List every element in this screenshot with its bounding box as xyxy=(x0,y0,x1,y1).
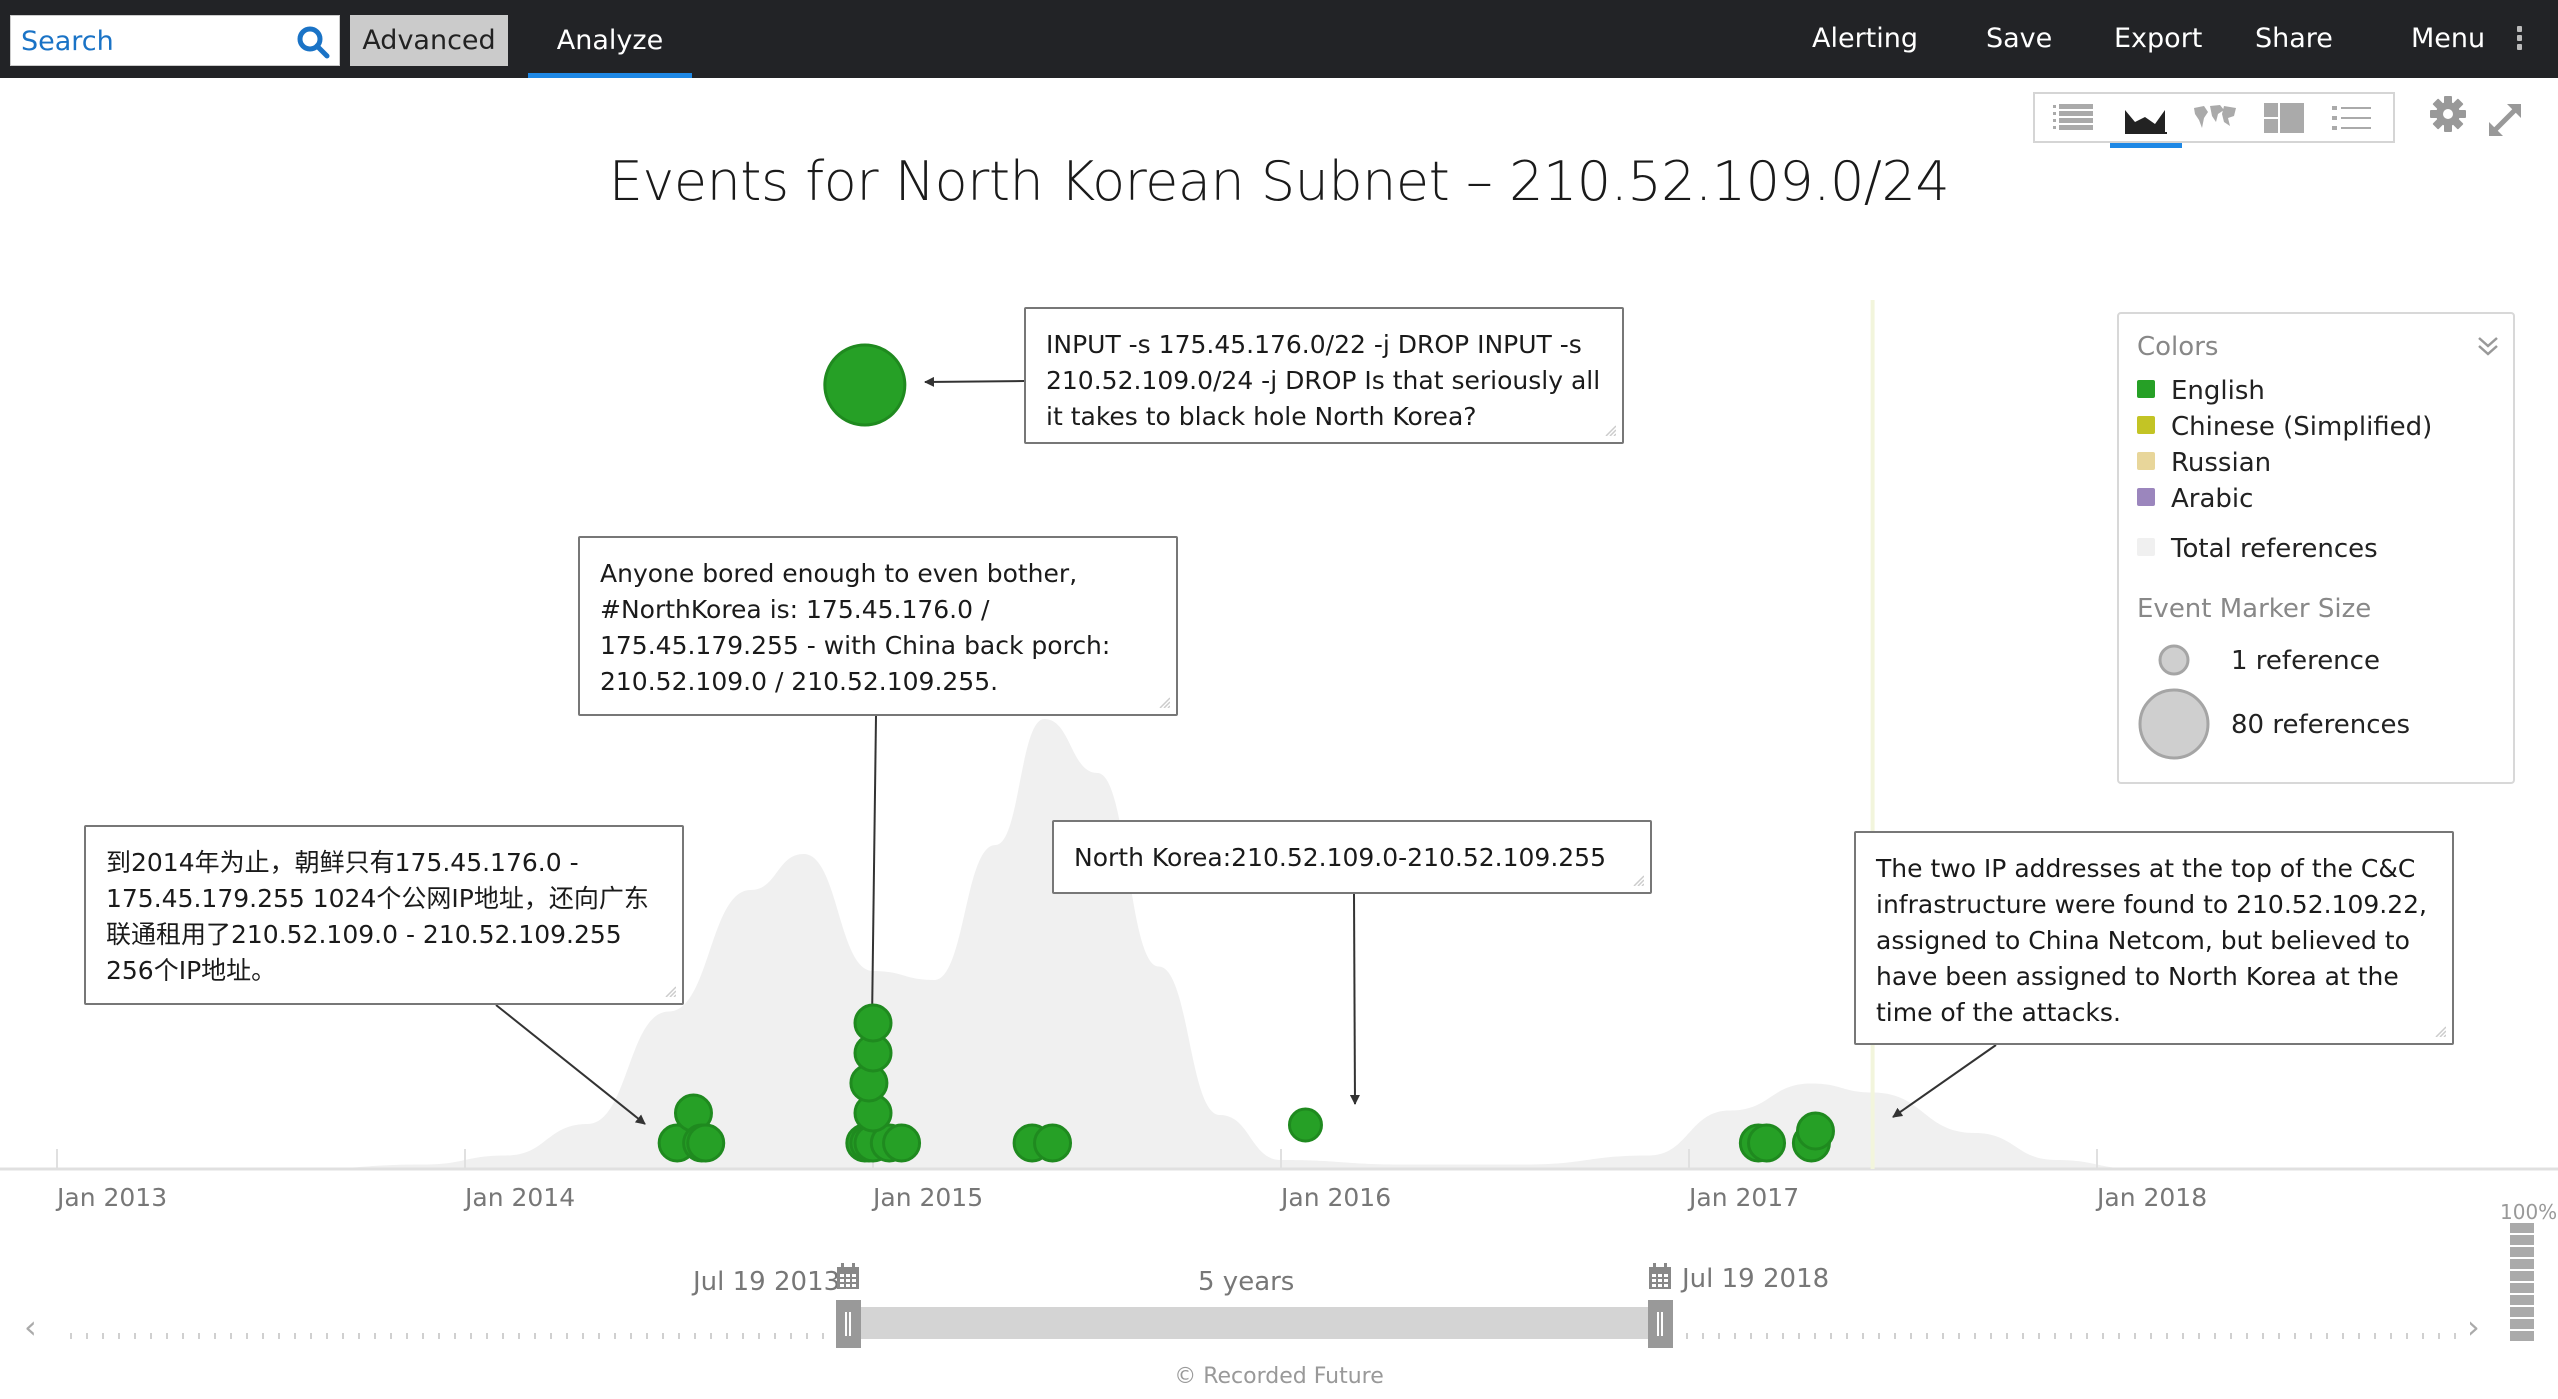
size-small-circle xyxy=(2158,644,2190,676)
legend-label: Arabic xyxy=(2171,484,2254,514)
event-marker[interactable] xyxy=(853,1003,893,1043)
scroll-left-arrow[interactable]: ‹ xyxy=(24,1308,37,1346)
annotation-bored[interactable]: Anyone bored enough to even bother, #Nor… xyxy=(578,536,1178,716)
legend-panel: Colors English Chinese (Simplified) Russ… xyxy=(2117,312,2515,784)
event-marker[interactable] xyxy=(1287,1107,1323,1143)
x-tick-label: Jan 2013 xyxy=(55,1183,167,1212)
legend-label: Russian xyxy=(2171,448,2272,478)
copyright: © Recorded Future xyxy=(1174,1364,1384,1389)
resize-grip-icon[interactable] xyxy=(1632,874,1644,886)
x-tick-label: Jan 2015 xyxy=(871,1183,983,1212)
annotation-cc[interactable]: The two IP addresses at the top of the C… xyxy=(1854,831,2454,1045)
annotation-text: Anyone bored enough to even bother, #Nor… xyxy=(600,559,1111,696)
legend-label: English xyxy=(2171,376,2265,406)
legend-colors-heading: Colors xyxy=(2137,332,2219,362)
total-area-swatch xyxy=(2137,537,2155,556)
legend-item-arabic[interactable]: Arabic xyxy=(2137,484,2253,514)
start-calendar-icon[interactable] xyxy=(836,1262,860,1290)
zoom-level-meter[interactable] xyxy=(2510,1223,2536,1343)
range-start-date: Jul 19 2013 xyxy=(693,1267,841,1297)
legend-label: Chinese (Simplified) xyxy=(2171,412,2433,442)
size-large-circle xyxy=(2138,688,2210,760)
annotation-nk[interactable]: North Korea:210.52.109.0-210.52.109.255 xyxy=(1052,820,1652,894)
event-marker[interactable] xyxy=(1033,1123,1073,1163)
resize-grip-icon[interactable] xyxy=(664,985,676,997)
event-marker[interactable] xyxy=(882,1123,922,1163)
x-tick-label: Jan 2018 xyxy=(2095,1183,2207,1212)
range-end-date: Jul 19 2018 xyxy=(1682,1264,1830,1294)
annotation-text: INPUT -s 175.45.176.0/22 -j DROP INPUT -… xyxy=(1046,330,1601,431)
x-tick-label: Jan 2017 xyxy=(1687,1183,1799,1212)
annotation-text: The two IP addresses at the top of the C… xyxy=(1876,854,2427,1027)
x-tick-label: Jan 2014 xyxy=(463,1183,575,1212)
annotation-chinese[interactable]: 到2014年为止，朝鲜只有175.45.176.0 - 175.45.179.2… xyxy=(84,825,684,1005)
legend-swatch xyxy=(2137,379,2155,398)
event-marker[interactable] xyxy=(823,343,907,427)
scroll-right-arrow[interactable]: › xyxy=(2467,1308,2480,1346)
size-legend-circles xyxy=(2138,644,2210,760)
range-end-handle[interactable] xyxy=(1648,1300,1673,1348)
legend-item-chinese[interactable]: Chinese (Simplified) xyxy=(2137,412,2432,442)
size-small-label: 1 reference xyxy=(2231,646,2380,676)
legend-swatch xyxy=(2137,487,2155,506)
annotation-text: North Korea:210.52.109.0-210.52.109.255 xyxy=(1074,843,1606,872)
event-marker[interactable] xyxy=(1795,1111,1835,1151)
annotation-text: 到2014年为止，朝鲜只有175.45.176.0 - 175.45.179.2… xyxy=(106,848,649,985)
legend-item-total[interactable]: Total references xyxy=(2137,534,2378,564)
legend-item-russian[interactable]: Russian xyxy=(2137,448,2271,478)
range-span-label: 5 years xyxy=(1198,1267,1295,1297)
legend-swatch xyxy=(2137,415,2155,434)
collapse-chevrons-icon[interactable] xyxy=(2475,334,2501,360)
legend-swatch xyxy=(2137,451,2155,470)
resize-grip-icon[interactable] xyxy=(1158,696,1170,708)
annotation-connector-arrow xyxy=(1349,893,1360,1105)
end-calendar-icon[interactable] xyxy=(1648,1262,1672,1290)
event-marker[interactable] xyxy=(1747,1123,1787,1163)
annotation-top[interactable]: INPUT -s 175.45.176.0/22 -j DROP INPUT -… xyxy=(1024,307,1624,444)
legend-size-heading: Event Marker Size xyxy=(2137,594,2372,624)
resize-grip-icon[interactable] xyxy=(2434,1025,2446,1037)
selected-range-bar[interactable] xyxy=(861,1307,1648,1339)
legend-label: Total references xyxy=(2171,534,2378,564)
event-marker[interactable] xyxy=(686,1123,726,1163)
size-large-label: 80 references xyxy=(2231,710,2411,740)
legend-item-english[interactable]: English xyxy=(2137,376,2265,406)
range-start-handle[interactable] xyxy=(836,1300,861,1348)
x-tick-label: Jan 2016 xyxy=(1279,1183,1391,1212)
resize-grip-icon[interactable] xyxy=(1604,424,1616,436)
annotation-connector-arrow xyxy=(1892,1044,1997,1118)
annotation-connector-arrow xyxy=(924,376,1025,387)
zoom-percent: 100% xyxy=(2500,1200,2558,1224)
annotation-connector-arrow xyxy=(495,1004,646,1125)
